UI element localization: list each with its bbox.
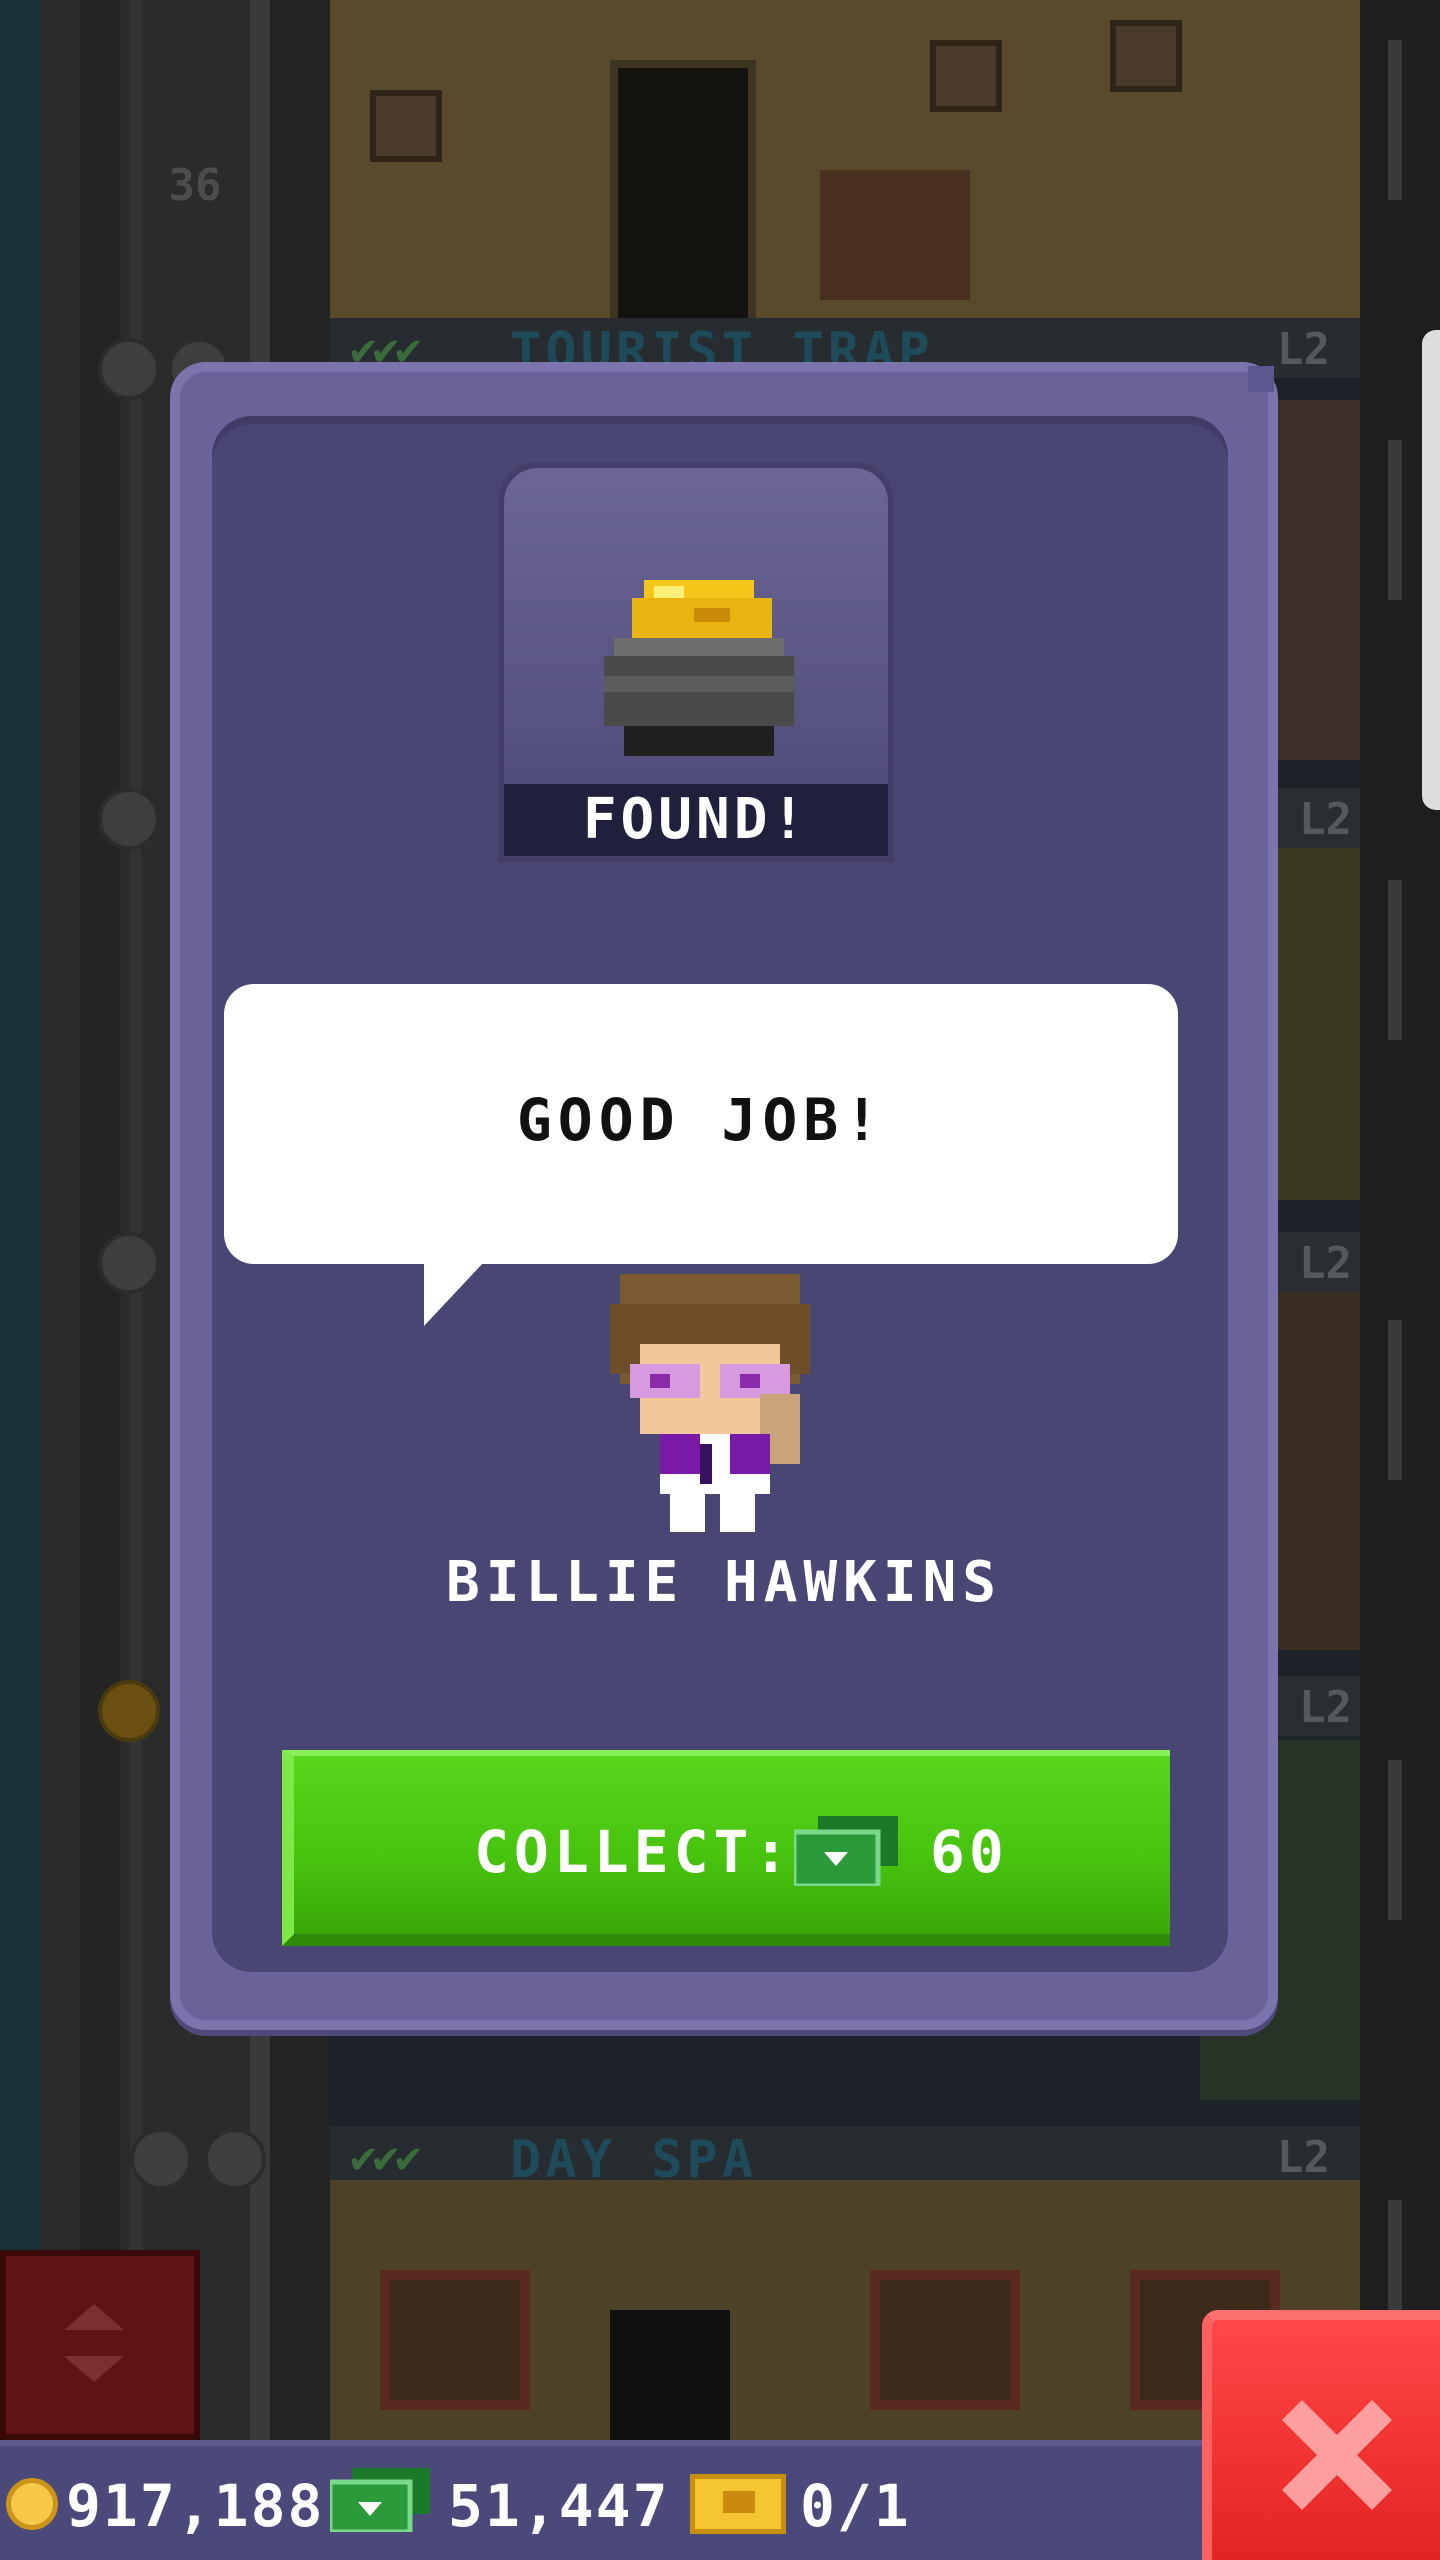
- side-tab[interactable]: [1422, 330, 1440, 810]
- character-name: BILLIE HAWKINS: [445, 1550, 1002, 1615]
- floor-level: L2: [1299, 1238, 1352, 1289]
- gold-pot-icon: [604, 580, 794, 756]
- floor-star: [98, 338, 160, 400]
- floor-label-side: L2: [1270, 1232, 1360, 1292]
- tower-bux-icon: [330, 2468, 430, 2532]
- check-icons: ✔✔✔: [350, 2132, 422, 2183]
- coins-value: 917,188: [66, 2472, 325, 2540]
- arrow-down-icon: [64, 2356, 124, 2382]
- floor-star: [98, 788, 160, 850]
- corner-decoration: [1248, 366, 1274, 392]
- collect-label: COLLECT:: [474, 1818, 794, 1886]
- shaft-slot: [1388, 440, 1402, 600]
- shaft-slot: [1388, 1760, 1402, 1920]
- character-avatar: [610, 1274, 810, 1532]
- floor-level: L2: [1277, 2132, 1330, 2183]
- room-frame: [1110, 20, 1182, 92]
- floor-label-side: L2: [1270, 788, 1360, 848]
- elevator-button[interactable]: [0, 2250, 200, 2440]
- room-door: [610, 2310, 730, 2440]
- floor-level: L2: [1299, 794, 1352, 845]
- room-frame: [870, 2270, 1020, 2410]
- shaft-slot: [1388, 880, 1402, 1040]
- close-button[interactable]: [1202, 2310, 1440, 2560]
- arrow-up-icon: [64, 2304, 124, 2330]
- floor-label: ✔✔✔ DAY SPA L2: [330, 2126, 1360, 2190]
- coin-icon: [6, 2478, 58, 2530]
- room-frame: [370, 90, 442, 162]
- close-x-icon: [1282, 2400, 1392, 2510]
- speech-bubble: GOOD JOB!: [224, 984, 1178, 1264]
- found-label: FOUND!: [504, 784, 888, 856]
- shaft-slot: [1388, 1320, 1402, 1480]
- speech-bubble-tail: [424, 1262, 484, 1326]
- room-frame: [380, 2270, 530, 2410]
- tower-bux-icon: [794, 1816, 898, 1886]
- shaft-slot: [1388, 40, 1402, 200]
- floor-star: [204, 2128, 266, 2190]
- floor-level: L2: [1299, 1682, 1352, 1733]
- tickets-value: 0/1: [800, 2472, 911, 2540]
- bux-value: 51,447: [448, 2472, 670, 2540]
- floor-level: L2: [1277, 324, 1330, 375]
- room-frame: [930, 40, 1002, 112]
- room-door: [610, 60, 756, 326]
- floor-label-side: L2: [1270, 1676, 1360, 1736]
- reward-dialog: FOUND! GOOD JOB! BILLIE HAWKINS COLLECT:…: [170, 362, 1278, 2030]
- floor-number: 36: [168, 160, 222, 211]
- collect-amount: 60: [930, 1818, 1008, 1886]
- floor-star: [130, 2128, 192, 2190]
- found-item-card: FOUND!: [498, 462, 894, 862]
- room-shelf: [820, 170, 970, 300]
- golden-ticket-icon: [690, 2474, 786, 2534]
- speech-text: GOOD JOB!: [516, 1086, 886, 1154]
- floor-star: [98, 1680, 160, 1742]
- floor-room[interactable]: [330, 0, 1360, 340]
- collect-button[interactable]: COLLECT: 60: [282, 1750, 1170, 1946]
- floor-star: [98, 1232, 160, 1294]
